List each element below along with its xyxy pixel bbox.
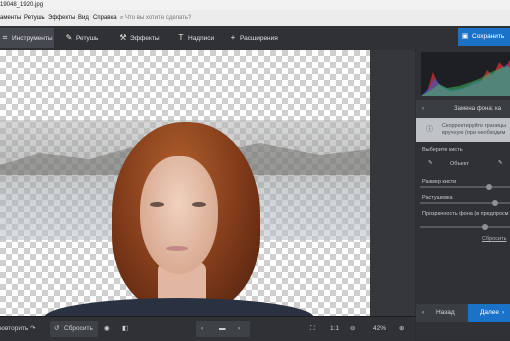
menu-bar: аменты Ретушь Эффекты Вид Справка ⌕ Что …: [0, 10, 510, 26]
search-icon: ⌕: [120, 15, 124, 21]
brush-object-icon[interactable]: ✎: [428, 160, 433, 166]
back-icon: ‹: [422, 309, 425, 316]
search-placeholder: Что вы хотите сделать?: [125, 15, 192, 21]
panel-header: ‹ Замена фона: ка: [416, 100, 510, 118]
tab-retouch[interactable]: ✎ Ретушь: [64, 28, 112, 48]
next-label: Далее: [480, 309, 500, 316]
tab-effects[interactable]: ⚒ Эффекты: [118, 28, 166, 48]
info-icon: ⓘ: [426, 126, 433, 133]
brush-size-slider[interactable]: [420, 184, 510, 190]
next-file-icon[interactable]: ›: [238, 321, 240, 337]
panel-title: Замена фона: ка: [454, 106, 502, 112]
window-title: 19048_1920.jpg: [0, 2, 44, 8]
next-button[interactable]: Далее ›: [468, 304, 510, 322]
text-icon: T: [178, 33, 184, 42]
compare-icon[interactable]: ◧: [122, 321, 128, 337]
face: [140, 156, 218, 274]
menu-tools[interactable]: аменты: [0, 10, 21, 26]
redo-icon: ↷: [30, 325, 36, 332]
redo-button[interactable]: ювторить ↷: [0, 321, 36, 337]
next-icon: ›: [502, 309, 505, 316]
ratio-button[interactable]: 1:1: [330, 321, 339, 337]
image-canvas[interactable]: [0, 50, 415, 316]
opacity-slider[interactable]: [420, 224, 510, 230]
reset-link[interactable]: Сбросить: [482, 236, 506, 242]
menu-view[interactable]: Вид: [78, 10, 89, 26]
prev-file-icon[interactable]: ‹: [201, 321, 203, 337]
zoom-out-icon[interactable]: ⊖: [350, 321, 355, 337]
eye-icon[interactable]: ◉: [104, 321, 110, 337]
tab-text[interactable]: T Надписи: [176, 28, 224, 48]
reset-button[interactable]: ↺ Сбросить: [50, 321, 98, 337]
tab-tools[interactable]: ⌗ Инструменты: [0, 28, 54, 48]
search-input[interactable]: ⌕ Что вы хотите сделать?: [120, 13, 191, 23]
save-button[interactable]: ▣ Сохранить: [458, 28, 510, 46]
reset-icon: ↺: [54, 325, 60, 332]
zoom-in-icon[interactable]: ⊕: [399, 321, 404, 337]
redo-label: ювторить: [0, 325, 29, 332]
back-arrow-icon[interactable]: ‹: [422, 100, 424, 118]
back-button[interactable]: ‹ Назад: [416, 304, 468, 322]
opacity-label: Прозрачность фона (в предпросм: [422, 211, 509, 217]
fit-screen-icon[interactable]: ⛶: [310, 321, 315, 337]
photo: [0, 50, 370, 316]
tab-effects-label: Эффекты: [130, 35, 160, 42]
mouth: [166, 246, 188, 251]
brush-size-label: Размер кисти: [422, 179, 457, 185]
magic-wand-icon: ⚒: [119, 33, 127, 42]
zoom-level: 42%: [373, 325, 387, 332]
feather-label: Растушевка: [422, 195, 453, 201]
tab-retouch-label: Ретушь: [76, 35, 99, 42]
tab-extensions[interactable]: + Расширения: [228, 28, 282, 48]
brush-background-icon[interactable]: ✎: [498, 160, 503, 166]
tab-tools-label: Инструменты: [12, 35, 53, 42]
right-eye: [192, 202, 206, 207]
plus-icon: +: [230, 33, 236, 42]
right-panel: ‹ Замена фона: ка ⓘ Скорректируйте грани…: [416, 50, 510, 340]
title-bar: 19048_1920.jpg: [0, 0, 510, 10]
menu-effects[interactable]: Эффекты: [48, 10, 75, 26]
shirt: [44, 298, 314, 316]
hint-text: Скорректируйте границы вручную (при необ…: [442, 123, 506, 136]
tab-text-label: Надписи: [188, 35, 215, 42]
menu-help[interactable]: Справка: [93, 10, 117, 26]
brush-title: Выберите кисть: [422, 147, 463, 153]
save-icon: ▣: [461, 33, 469, 40]
main-toolbar: ⌗ Инструменты ✎ Ретушь ⚒ Эффекты T Надписи +…: [0, 26, 510, 51]
tab-extensions-label: Расширения: [240, 35, 278, 42]
brush-icon: ✎: [65, 33, 73, 42]
left-eye: [150, 202, 164, 207]
save-label: Сохранить: [472, 33, 505, 40]
menu-retouch[interactable]: Ретушь: [24, 10, 45, 26]
bottom-toolbar: ювторить ↷ ↺ Сбросить ◉ ◧ ‹ ▬ › ⛶ 1:1 ⊖ …: [0, 316, 415, 341]
reset-label: Сбросить: [64, 325, 93, 332]
histogram: [421, 52, 510, 96]
brush-object-label[interactable]: Объект: [450, 161, 469, 167]
file-navigator: ‹ ▬ ›: [196, 321, 250, 337]
back-label: Назад: [436, 309, 455, 316]
feather-slider[interactable]: [420, 200, 510, 206]
hint-box: ⓘ Скорректируйте границы вручную (при не…: [416, 118, 510, 142]
crop-icon: ⌗: [2, 33, 8, 42]
folder-icon[interactable]: ▬: [219, 321, 226, 337]
